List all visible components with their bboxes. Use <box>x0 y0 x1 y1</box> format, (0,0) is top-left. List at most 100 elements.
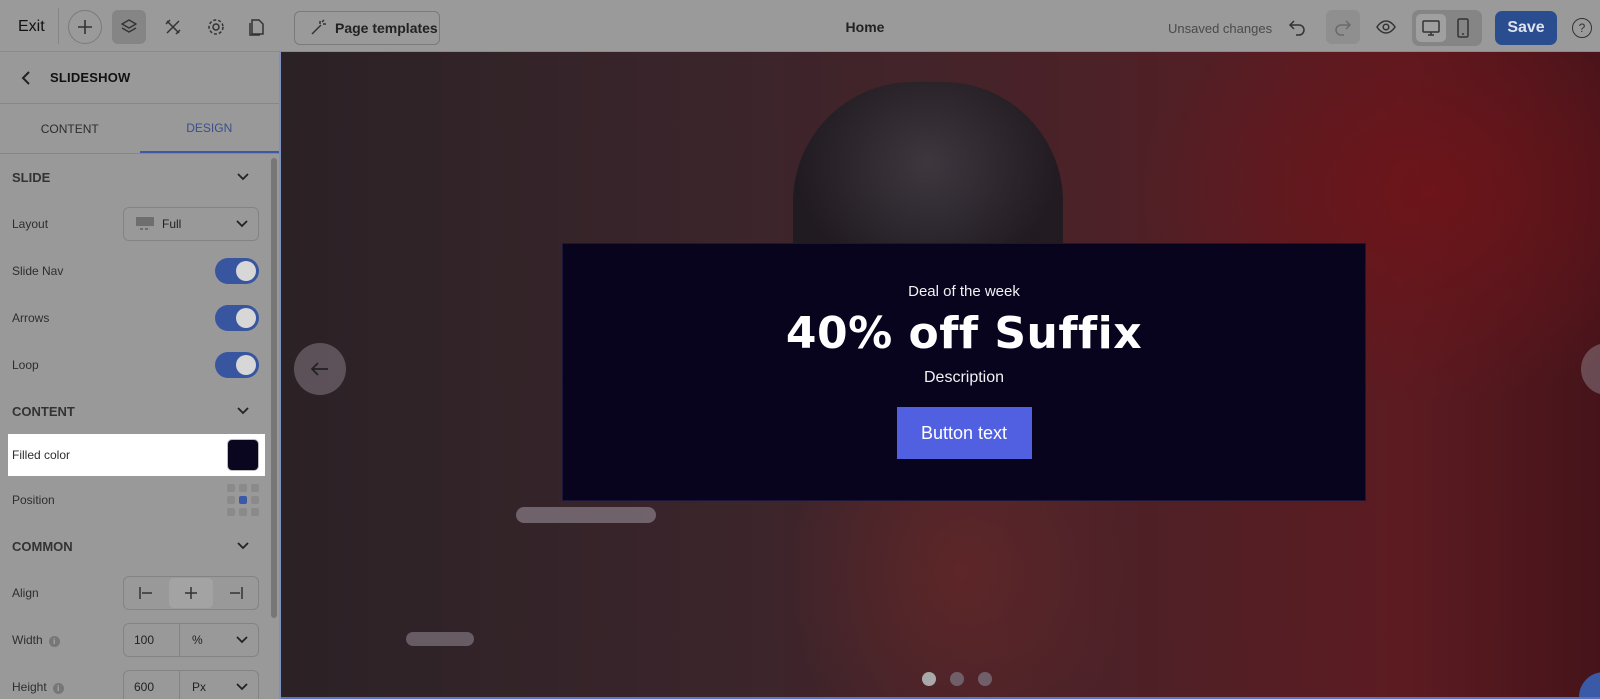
height-input-group: 600 Px <box>123 669 259 699</box>
tools-icon <box>165 19 181 35</box>
chevron-down-icon <box>237 173 249 181</box>
back-arrow-icon[interactable] <box>20 70 32 85</box>
position-cell[interactable] <box>227 507 235 516</box>
settings-panel: SLIDESHOW CONTENT DESIGN SLIDE Layout Fu… <box>0 52 281 699</box>
height-unit-select[interactable]: Px <box>180 671 258 699</box>
info-icon[interactable]: i <box>48 635 60 647</box>
mobile-view-button[interactable] <box>1448 14 1478 42</box>
slide-cta-button[interactable]: Button text <box>896 407 1032 459</box>
slide-dot[interactable] <box>950 672 964 686</box>
width-input-group: 100 % <box>123 622 259 657</box>
height-row: Height i 600 Px <box>0 663 279 699</box>
position-row: Position <box>0 476 279 523</box>
chevron-down-icon <box>236 682 248 690</box>
page-templates-button[interactable]: Page templates <box>294 11 440 45</box>
chat-bubble-button[interactable] <box>1579 672 1600 699</box>
chevron-down-icon <box>237 542 249 550</box>
align-label: Align <box>12 585 39 600</box>
toggle-knob <box>236 260 256 281</box>
help-icon[interactable]: ? <box>1572 18 1592 38</box>
position-cell-selected[interactable] <box>239 495 247 504</box>
redo-button[interactable] <box>1326 10 1360 44</box>
add-button[interactable] <box>68 10 102 44</box>
loop-row: Loop <box>0 341 279 388</box>
undo-icon <box>1288 20 1305 36</box>
section-slide[interactable]: SLIDE <box>0 154 279 200</box>
align-center-button[interactable] <box>169 577 213 608</box>
position-grid[interactable] <box>227 483 259 516</box>
slide-content-card[interactable]: Deal of the week 40% off Suffix Descript… <box>562 243 1366 501</box>
toggle-knob <box>236 354 256 375</box>
filled-color-swatch[interactable] <box>227 439 259 471</box>
arrows-label: Arrows <box>12 310 50 325</box>
tools-button[interactable] <box>156 10 190 44</box>
next-slide-button[interactable] <box>1581 343 1600 395</box>
layers-button[interactable] <box>112 10 146 44</box>
tab-design[interactable]: DESIGN <box>139 104 279 153</box>
height-label: Height i <box>12 680 64 694</box>
width-row: Width i 100 % <box>0 616 279 663</box>
section-common[interactable]: COMMON <box>0 523 279 569</box>
slide-eyebrow: Deal of the week <box>908 283 1020 300</box>
section-content[interactable]: CONTENT <box>0 388 279 434</box>
slideshow-canvas[interactable]: Deal of the week 40% off Suffix Descript… <box>281 52 1600 699</box>
position-cell[interactable] <box>227 483 235 492</box>
width-input[interactable]: 100 <box>124 623 180 656</box>
desktop-icon <box>1422 20 1440 36</box>
height-input[interactable]: 600 <box>124 670 180 699</box>
plus-icon <box>78 20 92 34</box>
slide-description: Description <box>923 369 1005 386</box>
layout-value: Full <box>162 216 182 231</box>
unsaved-status: Unsaved changes <box>1168 21 1273 36</box>
width-label: Width i <box>12 633 60 647</box>
slide-dot-active[interactable] <box>922 672 936 686</box>
panel-scrollbar[interactable] <box>271 158 277 618</box>
loop-toggle[interactable] <box>215 351 259 378</box>
prev-slide-button[interactable] <box>294 343 346 395</box>
divider <box>58 8 59 44</box>
align-left-button[interactable] <box>124 577 168 609</box>
height-unit-value: Px <box>192 679 207 694</box>
filled-color-label: Filled color <box>12 448 71 462</box>
top-toolbar: Exit Page templates Home Unsaved changes… <box>0 0 1600 52</box>
position-cell[interactable] <box>227 495 235 504</box>
slide-nav-toggle[interactable] <box>215 257 259 284</box>
position-cell[interactable] <box>251 483 259 492</box>
position-cell[interactable] <box>251 507 259 516</box>
mobile-icon <box>1457 18 1469 38</box>
position-cell[interactable] <box>239 483 247 492</box>
info-icon[interactable]: i <box>52 682 64 694</box>
arrows-toggle[interactable] <box>215 304 259 331</box>
height-label-text: Height <box>12 679 47 694</box>
exit-button[interactable]: Exit <box>18 18 45 36</box>
width-unit-value: % <box>192 632 203 647</box>
pages-icon <box>249 19 264 36</box>
desktop-view-button[interactable] <box>1416 14 1446 42</box>
slide-dot[interactable] <box>978 672 992 686</box>
undo-button[interactable] <box>1280 10 1314 44</box>
page-templates-label: Page templates <box>335 20 438 36</box>
pages-button[interactable] <box>240 10 274 44</box>
redo-icon <box>1335 20 1352 36</box>
toggle-knob <box>236 307 256 328</box>
align-right-button[interactable] <box>214 577 258 609</box>
position-cell[interactable] <box>239 507 247 516</box>
layout-select[interactable]: Full <box>123 206 259 241</box>
slide-headline: 40% off Suffix <box>785 308 1143 359</box>
magic-wand-icon <box>311 19 326 35</box>
chevron-down-icon <box>236 219 248 227</box>
device-switcher <box>1412 10 1482 46</box>
panel-title: SLIDESHOW <box>50 70 131 85</box>
layout-row: Layout Full <box>0 200 279 247</box>
settings-button[interactable] <box>199 10 233 44</box>
layers-icon <box>121 19 137 33</box>
tab-content[interactable]: CONTENT <box>0 104 140 153</box>
background-light <box>516 507 656 523</box>
align-center-icon <box>185 586 197 599</box>
section-title: CONTENT <box>12 403 75 419</box>
save-button[interactable]: Save <box>1495 11 1557 45</box>
position-cell[interactable] <box>251 495 259 504</box>
preview-button[interactable] <box>1369 10 1403 44</box>
slide-nav-label: Slide Nav <box>12 263 64 278</box>
width-unit-select[interactable]: % <box>180 624 258 656</box>
